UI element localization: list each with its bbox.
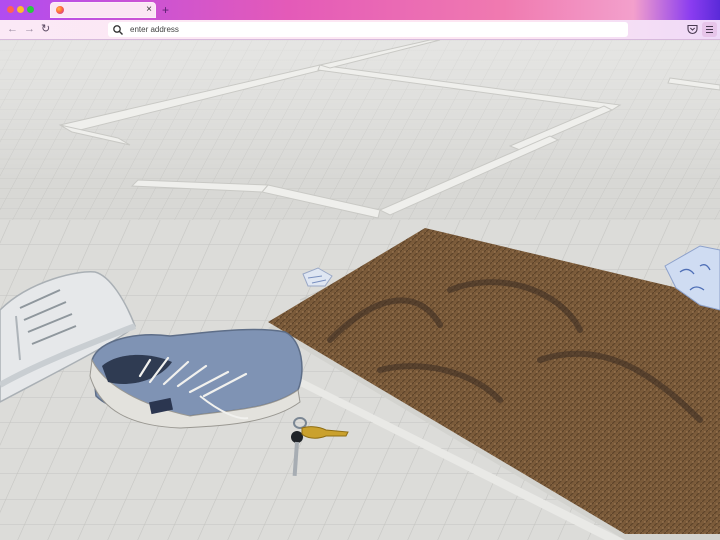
- forward-button[interactable]: →: [24, 22, 35, 36]
- page-content: [0, 40, 720, 540]
- pocket-icon[interactable]: [687, 24, 698, 35]
- blue-sneaker: [89, 328, 303, 429]
- address-input[interactable]: enter address: [130, 24, 179, 35]
- title-bar: × +: [0, 0, 720, 20]
- close-tab-icon[interactable]: ×: [146, 3, 152, 17]
- search-icon: [113, 25, 123, 35]
- address-bar[interactable]: enter address: [108, 22, 628, 37]
- maximize-window-button[interactable]: [27, 6, 34, 13]
- back-button[interactable]: ←: [7, 22, 18, 36]
- tab-active[interactable]: ×: [50, 2, 156, 18]
- reload-button[interactable]: ↻: [41, 22, 50, 36]
- navigation-toolbar: ← → ↻ enter address: [0, 20, 720, 40]
- new-tab-button[interactable]: +: [162, 3, 169, 17]
- close-window-button[interactable]: [7, 6, 14, 13]
- minimize-window-button[interactable]: [17, 6, 24, 13]
- firefox-icon: [56, 6, 64, 14]
- floor-scene: [0, 40, 720, 540]
- hamburger-menu-icon[interactable]: [702, 22, 717, 37]
